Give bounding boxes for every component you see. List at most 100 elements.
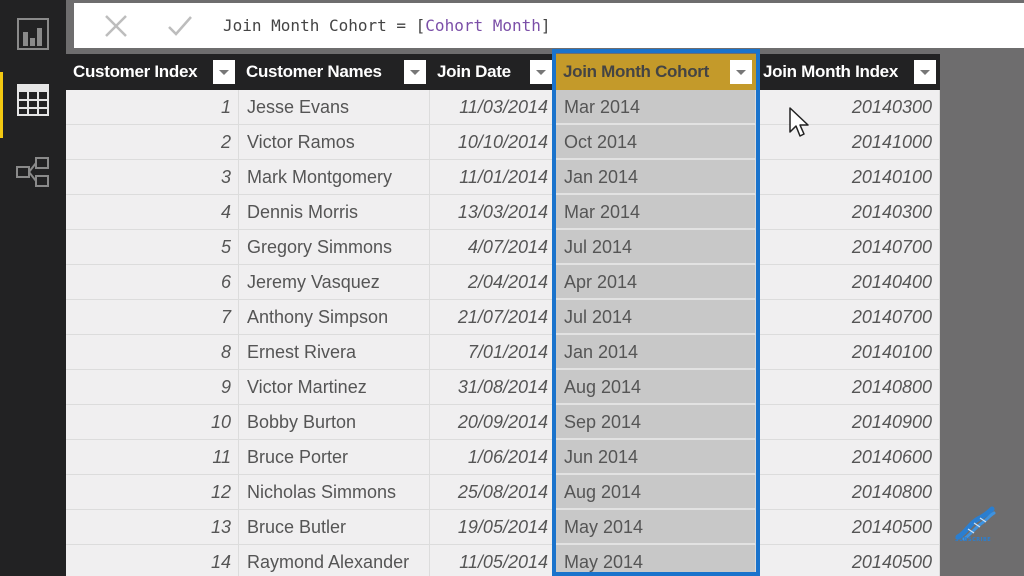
table-cell[interactable]: Nicholas Simmons bbox=[239, 475, 430, 510]
table-row[interactable]: 13 Bruce Butler 19/05/2014 May 2014 20140500 bbox=[66, 510, 940, 545]
table-row[interactable]: 14 Raymond Alexander 11/05/2014 May 2014 201… bbox=[66, 545, 940, 576]
table-cell[interactable]: 20140300 bbox=[756, 195, 940, 230]
table-cell[interactable]: 14 bbox=[66, 545, 239, 576]
table-cell[interactable]: 20140800 bbox=[756, 370, 940, 405]
table-cell[interactable]: 4/07/2014 bbox=[430, 230, 556, 265]
table-row[interactable]: 7 Anthony Simpson 21/07/2014 Jul 2014 201407… bbox=[66, 300, 940, 335]
table-cell[interactable]: 20140100 bbox=[756, 335, 940, 370]
column-header-join-date[interactable]: Join Date bbox=[430, 54, 556, 90]
table-cell[interactable]: Bruce Porter bbox=[239, 440, 430, 475]
table-cell[interactable]: 10/10/2014 bbox=[430, 125, 556, 160]
subscribe-label[interactable]: SUBSCRIBE bbox=[955, 537, 991, 543]
table-cell[interactable]: 8 bbox=[66, 335, 239, 370]
table-cell[interactable]: Sep 2014 bbox=[556, 405, 756, 440]
relationships-icon bbox=[16, 157, 49, 187]
column-header-join-month-index[interactable]: Join Month Index bbox=[756, 54, 940, 90]
column-header-customer-index[interactable]: Customer Index bbox=[66, 54, 239, 90]
table-cell[interactable]: 3 bbox=[66, 160, 239, 195]
table-cell[interactable]: Jan 2014 bbox=[556, 335, 756, 370]
table-row[interactable]: 9 Victor Martinez 31/08/2014 Aug 2014 201408… bbox=[66, 370, 940, 405]
table-cell[interactable]: 2/04/2014 bbox=[430, 265, 556, 300]
filter-dropdown-icon[interactable] bbox=[730, 60, 752, 84]
table-cell[interactable]: Raymond Alexander bbox=[239, 545, 430, 576]
table-cell[interactable]: 20141000 bbox=[756, 125, 940, 160]
table-cell[interactable]: 11 bbox=[66, 440, 239, 475]
table-cell[interactable]: Mark Montgomery bbox=[239, 160, 430, 195]
filter-dropdown-icon[interactable] bbox=[914, 60, 936, 84]
table-row[interactable]: 6 Jeremy Vasquez 2/04/2014 Apr 2014 20140400 bbox=[66, 265, 940, 300]
table-row[interactable]: 5 Gregory Simmons 4/07/2014 Jul 2014 2014070… bbox=[66, 230, 940, 265]
relationships-view-button[interactable] bbox=[0, 140, 66, 204]
table-cell[interactable]: Jul 2014 bbox=[556, 230, 756, 265]
table-cell[interactable]: 6 bbox=[66, 265, 239, 300]
table-cell[interactable]: Jesse Evans bbox=[239, 90, 430, 125]
table-cell[interactable]: 20140800 bbox=[756, 475, 940, 510]
table-cell[interactable]: 7 bbox=[66, 300, 239, 335]
table-cell[interactable]: Dennis Morris bbox=[239, 195, 430, 230]
table-row[interactable]: 4 Dennis Morris 13/03/2014 Mar 2014 20140300 bbox=[66, 195, 940, 230]
table-cell[interactable]: 20140600 bbox=[756, 440, 940, 475]
table-cell[interactable]: Apr 2014 bbox=[556, 265, 756, 300]
table-cell[interactable]: Victor Martinez bbox=[239, 370, 430, 405]
table-cell[interactable]: Jeremy Vasquez bbox=[239, 265, 430, 300]
table-cell[interactable]: 11/01/2014 bbox=[430, 160, 556, 195]
table-cell[interactable]: 21/07/2014 bbox=[430, 300, 556, 335]
table-cell[interactable]: 25/08/2014 bbox=[430, 475, 556, 510]
column-header-join-month-cohort[interactable]: Join Month Cohort bbox=[556, 54, 756, 90]
table-cell[interactable]: 2 bbox=[66, 125, 239, 160]
table-cell[interactable]: 4 bbox=[66, 195, 239, 230]
table-cell[interactable]: 12 bbox=[66, 475, 239, 510]
filter-dropdown-icon[interactable] bbox=[213, 60, 235, 84]
table-cell[interactable]: Victor Ramos bbox=[239, 125, 430, 160]
table-cell[interactable]: May 2014 bbox=[556, 510, 756, 545]
table-row[interactable]: 3 Mark Montgomery 11/01/2014 Jan 2014 201401… bbox=[66, 160, 940, 195]
table-cell[interactable]: 5 bbox=[66, 230, 239, 265]
table-cell[interactable]: 13/03/2014 bbox=[430, 195, 556, 230]
table-cell[interactable]: Mar 2014 bbox=[556, 90, 756, 125]
table-cell[interactable]: 20140700 bbox=[756, 300, 940, 335]
table-cell[interactable]: Jun 2014 bbox=[556, 440, 756, 475]
commit-formula-button[interactable] bbox=[148, 3, 212, 48]
filter-dropdown-icon[interactable] bbox=[530, 60, 552, 84]
table-cell[interactable]: Anthony Simpson bbox=[239, 300, 430, 335]
table-cell[interactable]: 11/03/2014 bbox=[430, 90, 556, 125]
table-cell[interactable]: 20140900 bbox=[756, 405, 940, 440]
table-cell[interactable]: 31/08/2014 bbox=[430, 370, 556, 405]
table-cell[interactable]: 20/09/2014 bbox=[430, 405, 556, 440]
table-row[interactable]: 10 Bobby Burton 20/09/2014 Sep 2014 20140900 bbox=[66, 405, 940, 440]
data-view-button[interactable] bbox=[0, 68, 66, 138]
table-cell[interactable]: Gregory Simmons bbox=[239, 230, 430, 265]
table-cell[interactable]: Aug 2014 bbox=[556, 475, 756, 510]
table-cell[interactable]: Aug 2014 bbox=[556, 370, 756, 405]
column-header-customer-names[interactable]: Customer Names bbox=[239, 54, 430, 90]
table-cell[interactable]: 9 bbox=[66, 370, 239, 405]
table-cell[interactable]: Mar 2014 bbox=[556, 195, 756, 230]
table-cell[interactable]: Jul 2014 bbox=[556, 300, 756, 335]
table-cell[interactable]: 20140500 bbox=[756, 510, 940, 545]
table-cell[interactable]: 20140100 bbox=[756, 160, 940, 195]
table-cell[interactable]: Bruce Butler bbox=[239, 510, 430, 545]
table-cell[interactable]: Bobby Burton bbox=[239, 405, 430, 440]
table-cell[interactable]: 11/05/2014 bbox=[430, 545, 556, 576]
table-cell[interactable]: Oct 2014 bbox=[556, 125, 756, 160]
table-row[interactable]: 8 Ernest Rivera 7/01/2014 Jan 2014 20140100 bbox=[66, 335, 940, 370]
report-view-button[interactable] bbox=[0, 2, 66, 66]
table-row[interactable]: 11 Bruce Porter 1/06/2014 Jun 2014 20140600 bbox=[66, 440, 940, 475]
table-cell[interactable]: Jan 2014 bbox=[556, 160, 756, 195]
table-cell[interactable]: 10 bbox=[66, 405, 239, 440]
table-cell[interactable]: 1/06/2014 bbox=[430, 440, 556, 475]
table-cell[interactable]: Ernest Rivera bbox=[239, 335, 430, 370]
cancel-formula-button[interactable] bbox=[84, 3, 148, 48]
table-cell[interactable]: 20140300 bbox=[756, 90, 940, 125]
table-cell[interactable]: 20140700 bbox=[756, 230, 940, 265]
table-cell[interactable]: 20140400 bbox=[756, 265, 940, 300]
formula-input[interactable]: Join Month Cohort = [Cohort Month] bbox=[206, 3, 1024, 48]
table-cell[interactable]: 13 bbox=[66, 510, 239, 545]
table-cell[interactable]: 7/01/2014 bbox=[430, 335, 556, 370]
filter-dropdown-icon[interactable] bbox=[404, 60, 426, 84]
table-cell[interactable]: 1 bbox=[66, 90, 239, 125]
table-cell[interactable]: 20140500 bbox=[756, 545, 940, 576]
table-cell[interactable]: 19/05/2014 bbox=[430, 510, 556, 545]
table-row[interactable]: 12 Nicholas Simmons 25/08/2014 Aug 2014 2014… bbox=[66, 475, 940, 510]
table-cell[interactable]: May 2014 bbox=[556, 545, 756, 576]
